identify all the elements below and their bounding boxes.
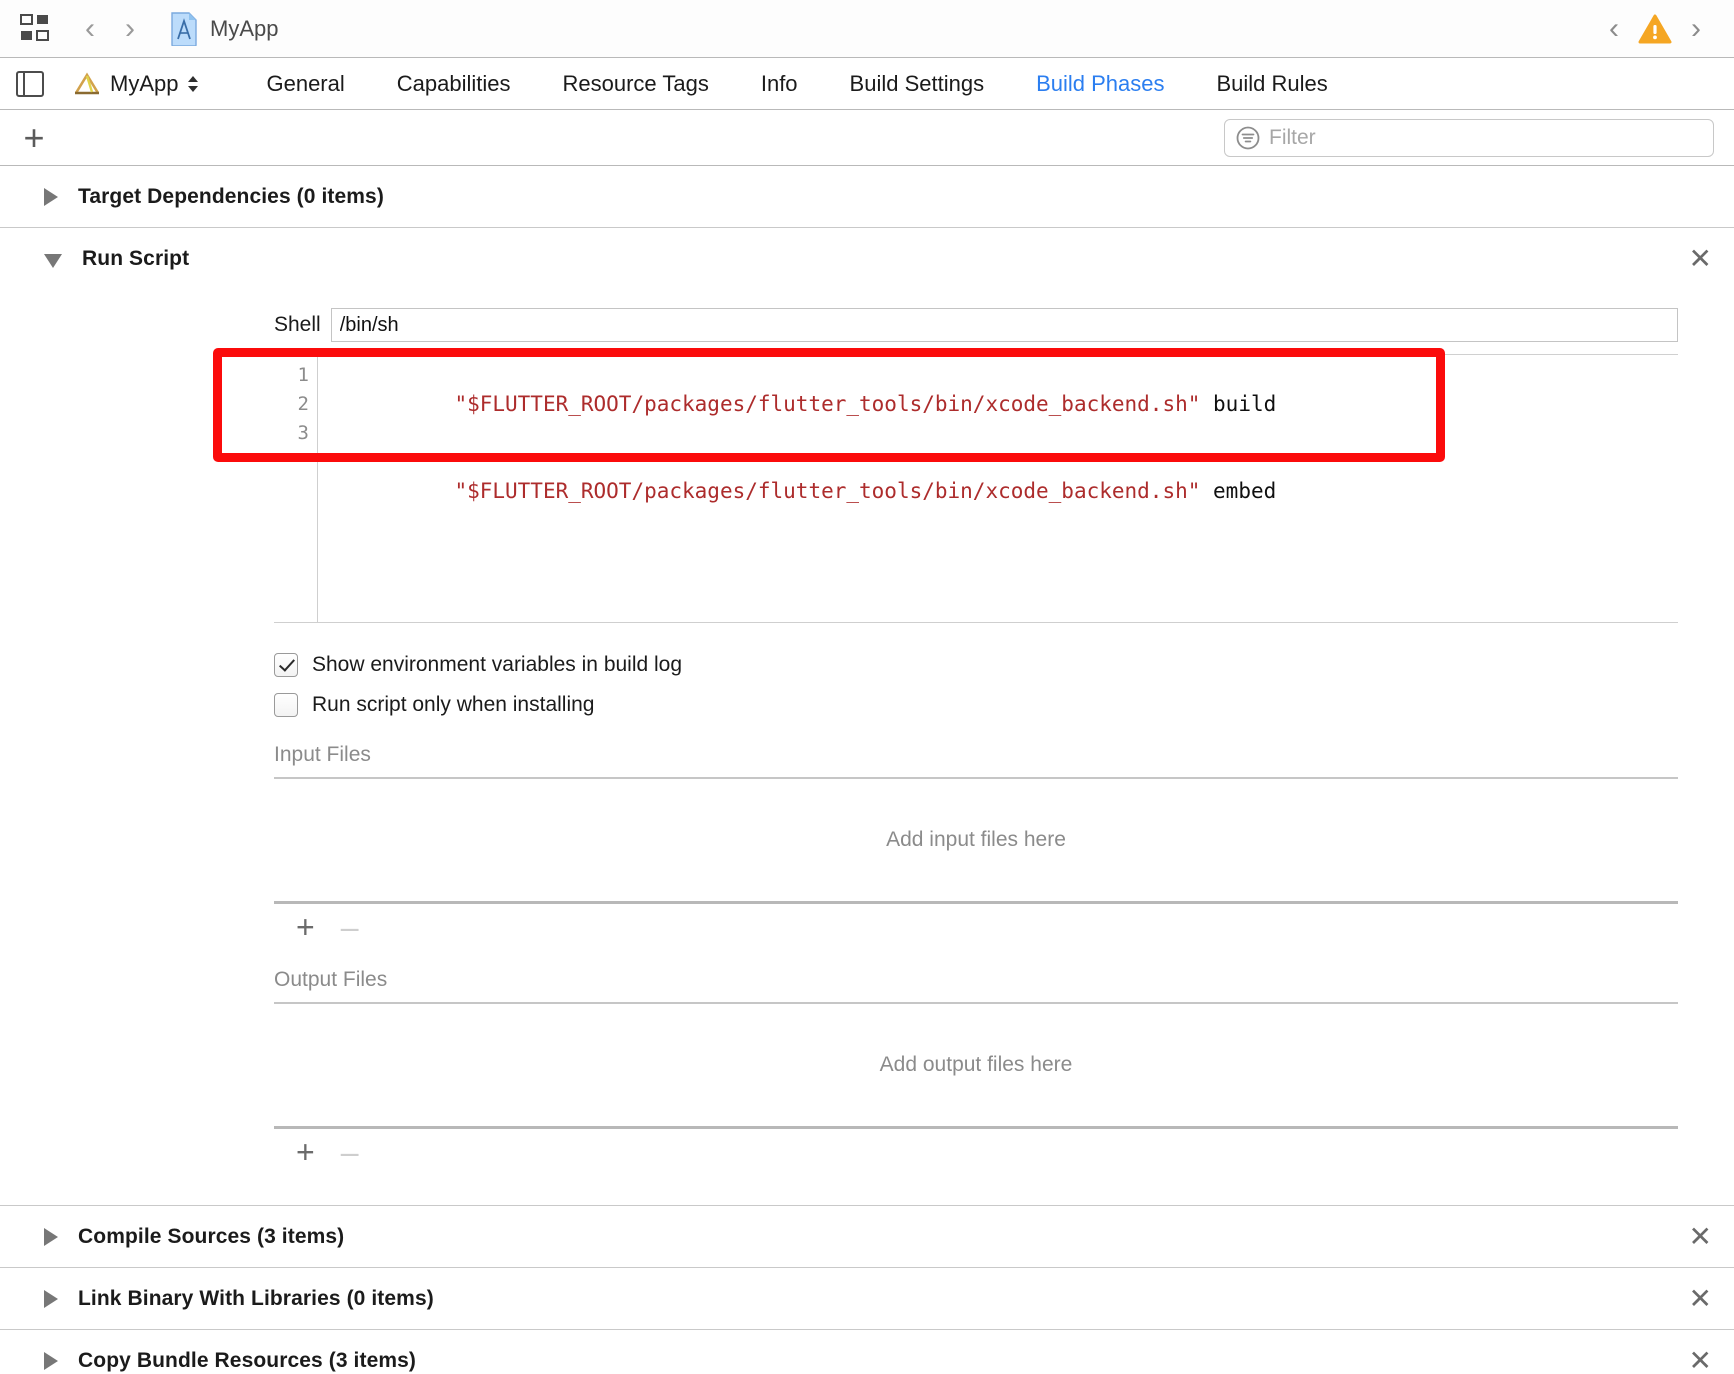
delete-phase-copy-bundle-resources-button[interactable]: ✕	[1689, 1346, 1712, 1374]
target-ruler-icon	[74, 72, 100, 94]
build-phases-toolbar: + Filter	[0, 110, 1734, 166]
add-input-file-button[interactable]: +	[296, 911, 315, 943]
disclosure-triangle-collapsed-icon[interactable]	[44, 1289, 58, 1308]
output-files-placeholder: Add output files here	[879, 1053, 1073, 1076]
filter-field[interactable]: Filter	[1224, 118, 1714, 157]
output-files-controls: + –	[274, 1129, 1678, 1175]
script-line-2-path: "$FLUTTER_ROOT/packages/flutter_tools/bi…	[454, 479, 1201, 503]
issue-next-button[interactable]: ›	[1676, 13, 1716, 44]
delete-phase-compile-sources-button[interactable]: ✕	[1689, 1222, 1712, 1251]
phase-title-compile-sources: Compile Sources (3 items)	[78, 1224, 345, 1248]
script-line-1-arg: build	[1200, 392, 1277, 416]
phase-title-target-dependencies: Target Dependencies (0 items)	[78, 184, 384, 208]
disclosure-triangle-collapsed-icon[interactable]	[44, 1351, 58, 1370]
checkbox-run-only-when-installing[interactable]	[274, 693, 298, 717]
add-build-phase-button[interactable]: +	[16, 119, 52, 156]
jump-bar: ‹ › MyApp ‹ ›	[0, 0, 1734, 58]
output-files-dropzone[interactable]: Add output files here	[274, 1004, 1678, 1126]
disclosure-triangle-collapsed-icon[interactable]	[44, 1227, 58, 1246]
line-number: 3	[297, 422, 309, 444]
forward-button[interactable]: ›	[110, 13, 150, 44]
tab-build-settings[interactable]: Build Settings	[824, 71, 1011, 97]
shell-input[interactable]	[330, 308, 1678, 342]
tab-resource-tags[interactable]: Resource Tags	[537, 71, 735, 97]
issue-previous-button[interactable]: ‹	[1594, 13, 1634, 44]
input-files-placeholder: Add input files here	[886, 828, 1066, 851]
script-line: "$FLUTTER_ROOT/packages/flutter_tools/bi…	[328, 361, 1678, 448]
shell-label: Shell	[274, 313, 321, 336]
input-files-controls: + –	[274, 904, 1678, 950]
script-editor[interactable]: 1 2 3 "$FLUTTER_ROOT/packages/flutter_to…	[274, 354, 1678, 623]
remove-output-file-button[interactable]: –	[341, 1136, 359, 1168]
tab-info[interactable]: Info	[735, 71, 824, 97]
tab-list: General Capabilities Resource Tags Info …	[240, 71, 1353, 97]
run-script-bottom-spacer	[0, 1175, 1734, 1205]
shell-row: Shell	[0, 308, 1734, 342]
filter-icon	[1236, 126, 1260, 149]
line-number: 1	[297, 364, 309, 386]
checkbox-row-run-only-when-installing[interactable]: Run script only when installing	[274, 685, 1734, 725]
script-line	[328, 535, 1678, 622]
checkbox-label-show-env-vars: Show environment variables in build log	[312, 653, 683, 676]
phase-header-copy-bundle-resources[interactable]: Copy Bundle Resources (3 items) ✕	[0, 1330, 1734, 1374]
input-files-dropzone[interactable]: Add input files here	[274, 779, 1678, 901]
run-script-body: Shell 1 2 3 "$FLUTTER_ROOT/packages/flut…	[0, 308, 1734, 1206]
checkbox-row-show-env-vars[interactable]: Show environment variables in build log	[274, 645, 1734, 685]
editor-tab-bar: MyApp General Capabilities Resource Tags…	[0, 58, 1734, 110]
phase-title-run-script: Run Script	[82, 247, 190, 270]
xcode-project-file-icon	[171, 11, 197, 46]
warning-triangle-icon[interactable]	[1638, 13, 1672, 45]
script-options: Show environment variables in build log …	[274, 645, 1734, 725]
target-name-label: MyApp	[110, 70, 179, 96]
tab-build-phases[interactable]: Build Phases	[1010, 71, 1190, 97]
back-button[interactable]: ‹	[70, 13, 110, 44]
tab-capabilities[interactable]: Capabilities	[371, 71, 537, 97]
filter-placeholder-text: Filter	[1269, 125, 1316, 149]
phase-title-copy-bundle-resources: Copy Bundle Resources (3 items)	[78, 1348, 417, 1372]
phase-header-compile-sources[interactable]: Compile Sources (3 items) ✕	[0, 1206, 1734, 1268]
tab-general[interactable]: General	[240, 71, 370, 97]
grid-icon	[20, 13, 49, 41]
checkbox-show-env-vars[interactable]	[274, 653, 298, 677]
input-files-title: Input Files	[274, 743, 371, 766]
delete-phase-link-binary-button[interactable]: ✕	[1689, 1284, 1712, 1313]
output-files-title: Output Files	[274, 968, 388, 991]
build-phases-list: Target Dependencies (0 items) Run Script…	[0, 166, 1734, 1374]
disclosure-triangle-collapsed-icon[interactable]	[44, 187, 58, 206]
output-files-section: Output Files Add output files here + –	[274, 968, 1678, 1175]
checkbox-label-run-only-when-installing: Run script only when installing	[312, 693, 595, 716]
phase-header-run-script[interactable]: Run Script ✕	[0, 228, 1734, 290]
phase-header-link-binary[interactable]: Link Binary With Libraries (0 items) ✕	[0, 1268, 1734, 1330]
input-files-section: Input Files Add input files here + –	[274, 743, 1678, 950]
project-navigator-toggle-button[interactable]	[18, 12, 70, 46]
script-code-area[interactable]: "$FLUTTER_ROOT/packages/flutter_tools/bi…	[318, 355, 1678, 622]
add-output-file-button[interactable]: +	[296, 1136, 315, 1168]
disclosure-triangle-expanded-icon[interactable]	[44, 254, 62, 268]
script-line-number-gutter: 1 2 3	[274, 355, 318, 622]
script-line-2-arg: embed	[1200, 479, 1277, 503]
hide-navigator-toggle-icon[interactable]	[16, 70, 44, 97]
tab-build-rules[interactable]: Build Rules	[1191, 71, 1354, 97]
jump-bar-right-controls: ‹ ›	[1594, 0, 1716, 57]
script-line: "$FLUTTER_ROOT/packages/flutter_tools/bi…	[328, 448, 1678, 535]
phase-title-link-binary: Link Binary With Libraries (0 items)	[78, 1286, 434, 1310]
breadcrumb-document-title[interactable]: MyApp	[210, 16, 278, 42]
target-selector-popup[interactable]: MyApp	[72, 71, 200, 97]
line-number: 2	[297, 393, 309, 415]
script-line-1-path: "$FLUTTER_ROOT/packages/flutter_tools/bi…	[454, 392, 1201, 416]
delete-phase-run-script-button[interactable]: ✕	[1689, 245, 1712, 273]
phase-header-target-dependencies[interactable]: Target Dependencies (0 items)	[0, 166, 1734, 228]
chevron-updown-icon	[188, 75, 199, 92]
remove-input-file-button[interactable]: –	[341, 911, 359, 943]
